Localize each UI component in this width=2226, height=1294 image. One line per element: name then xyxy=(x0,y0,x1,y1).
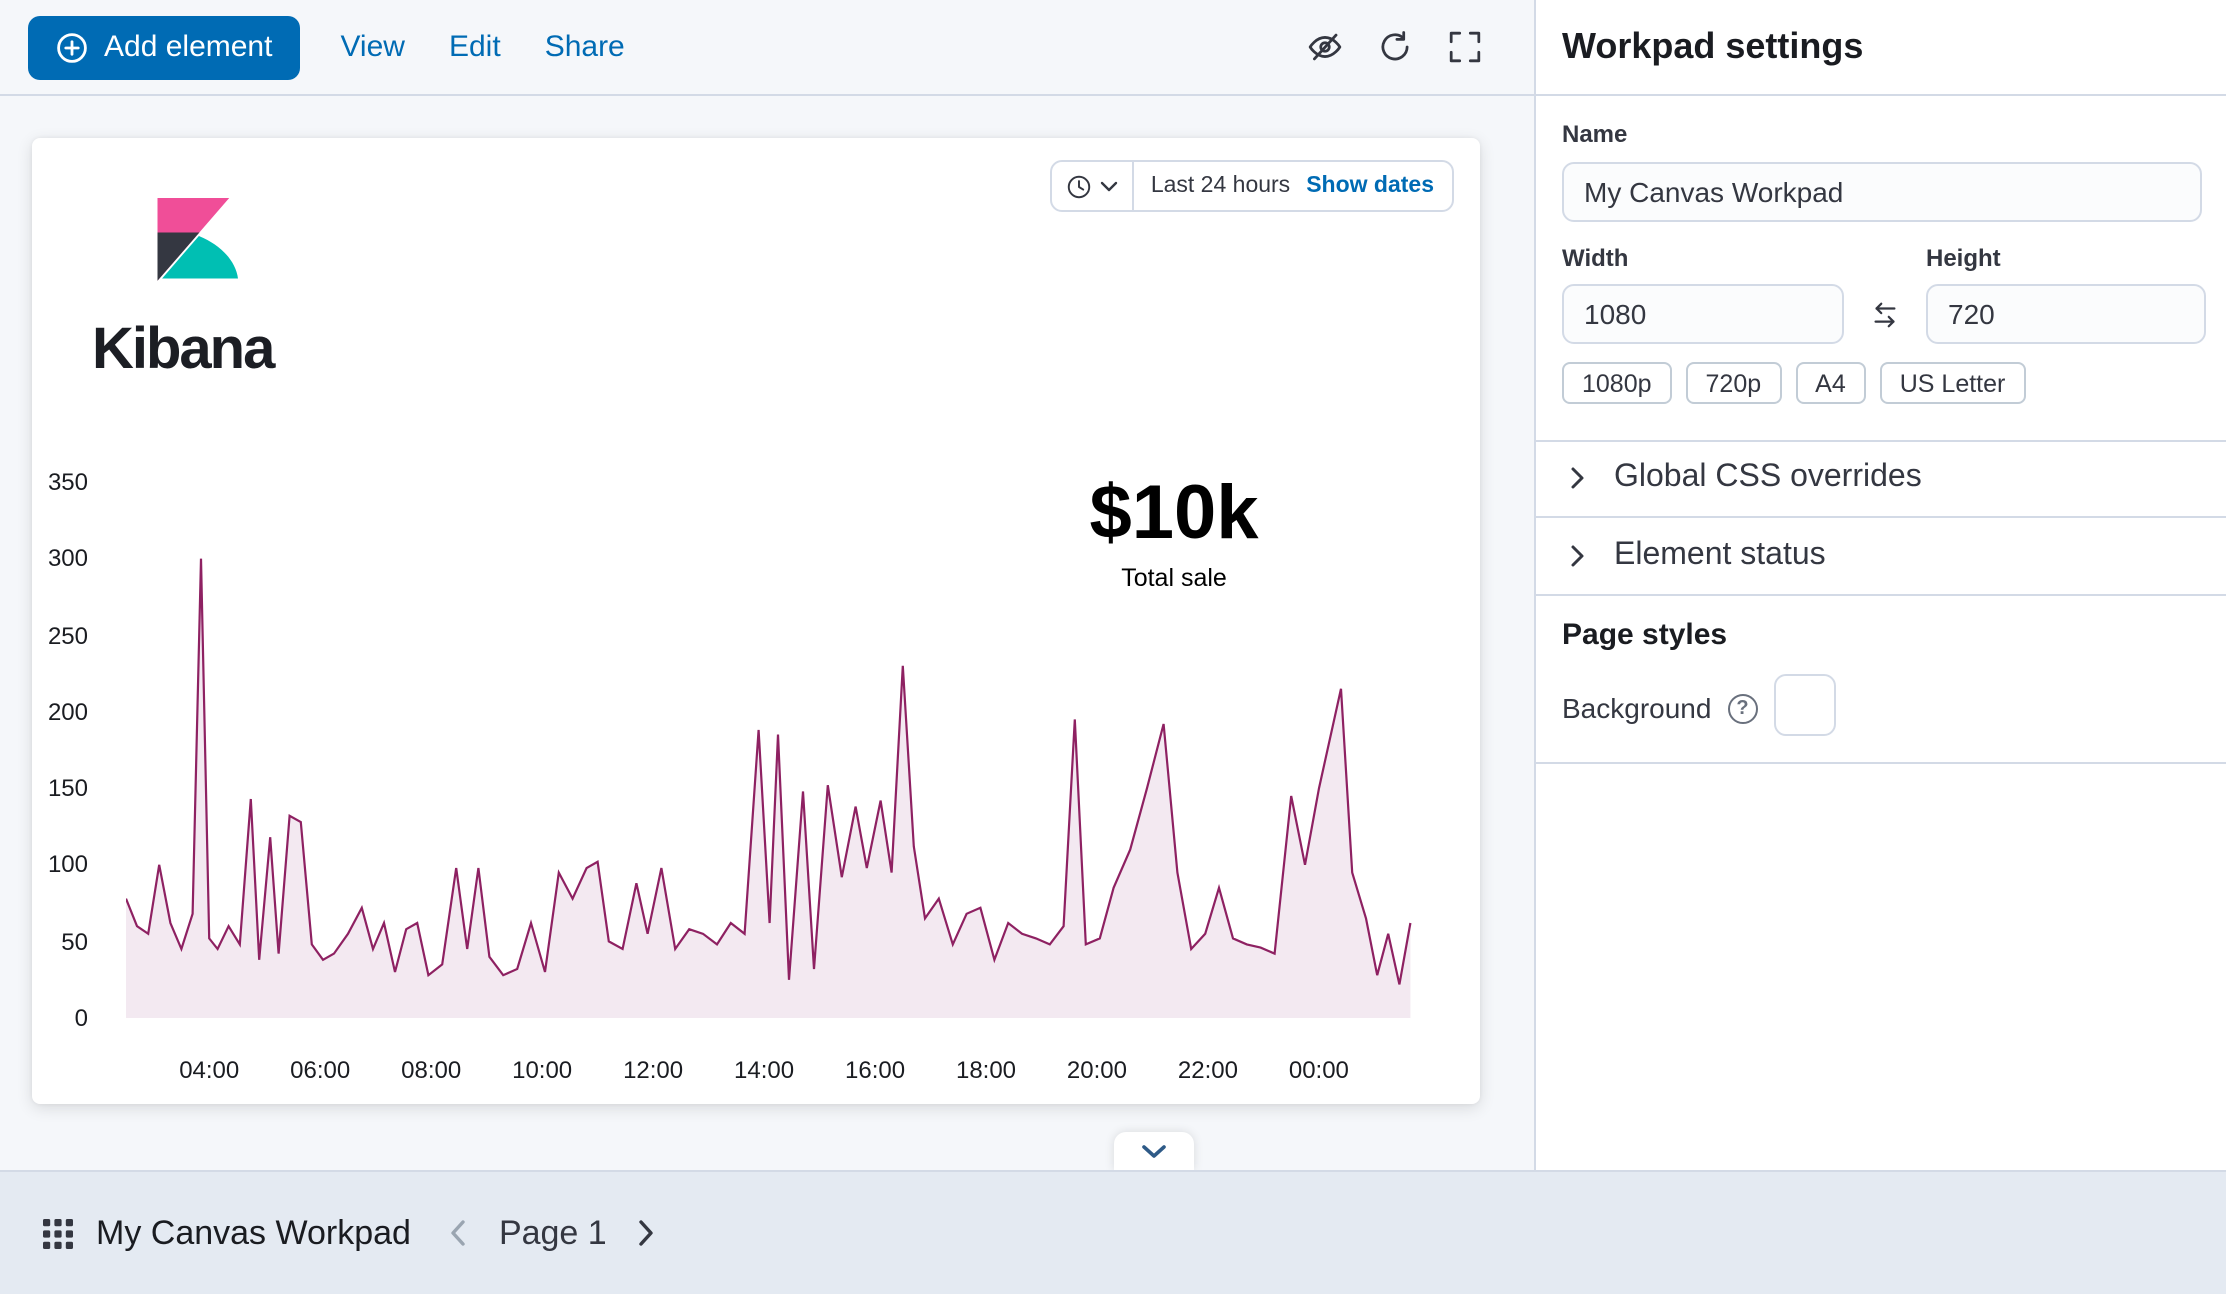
x-axis-tick-label: 04:00 xyxy=(169,1056,249,1084)
y-axis-tick-label: 250 xyxy=(32,621,88,649)
toolbar-icons xyxy=(1306,29,1506,65)
previous-page-chevron-icon[interactable] xyxy=(439,1213,479,1253)
refresh-icon[interactable] xyxy=(1376,29,1412,65)
chevron-right-icon xyxy=(1562,540,1594,572)
background-color-swatch[interactable] xyxy=(1774,674,1836,736)
divider xyxy=(1536,440,2226,442)
kibana-logo-icon xyxy=(146,194,238,294)
x-axis-tick-label: 06:00 xyxy=(280,1056,360,1084)
footer-workpad-name: My Canvas Workpad xyxy=(96,1213,411,1253)
page-manager-grid-icon[interactable] xyxy=(40,1215,76,1251)
sidebar-title: Workpad settings xyxy=(1562,26,1863,68)
add-element-button[interactable]: Add element xyxy=(28,15,300,79)
canvas-area: Kibana Last 24 hours Show dates $10k xyxy=(0,96,1534,1170)
workpad-settings-sidebar: Workpad settings Name Width Height 1080p… xyxy=(1534,0,2226,1170)
element-status-label: Element status xyxy=(1614,538,1826,574)
preset-720p-button[interactable]: 720p xyxy=(1686,362,1782,404)
menu-share[interactable]: Share xyxy=(545,30,625,64)
menu-view[interactable]: View xyxy=(340,30,405,64)
height-input[interactable] xyxy=(1926,284,2206,344)
divider xyxy=(1536,516,2226,518)
menu-edit[interactable]: Edit xyxy=(449,30,501,64)
page-styles-title: Page styles xyxy=(1562,618,1727,652)
time-quick-select-button[interactable] xyxy=(1053,162,1135,210)
preset-a4-button[interactable]: A4 xyxy=(1795,362,1866,404)
preset-us-letter-button[interactable]: US Letter xyxy=(1880,362,2026,404)
fullscreen-icon[interactable] xyxy=(1446,29,1482,65)
chevron-down-icon xyxy=(1101,178,1119,194)
element-status-accordion[interactable]: Element status xyxy=(1562,536,1826,576)
y-axis-tick-label: 0 xyxy=(32,1004,88,1032)
background-label: Background xyxy=(1562,692,1711,724)
global-css-label: Global CSS overrides xyxy=(1614,460,1922,496)
y-axis-tick-label: 100 xyxy=(32,851,88,879)
workpad-page[interactable]: Kibana Last 24 hours Show dates $10k xyxy=(32,138,1480,1104)
chevron-down-icon xyxy=(1140,1143,1168,1159)
kibana-logo-element[interactable]: Kibana xyxy=(92,194,352,414)
next-page-chevron-icon[interactable] xyxy=(627,1213,667,1253)
sidebar-title-row: Workpad settings xyxy=(1536,0,2226,96)
x-axis-tick-label: 08:00 xyxy=(391,1056,471,1084)
y-axis-tick-label: 350 xyxy=(32,468,88,496)
x-axis-tick-label: 14:00 xyxy=(724,1056,804,1084)
divider xyxy=(1536,594,2226,596)
hide-toolbar-eye-slash-icon[interactable] xyxy=(1306,29,1342,65)
preset-1080p-button[interactable]: 1080p xyxy=(1562,362,1672,404)
divider xyxy=(1536,762,2226,764)
y-axis-tick-label: 200 xyxy=(32,698,88,726)
page-navigation: Page 1 xyxy=(439,1213,667,1253)
swap-dimensions-icon[interactable] xyxy=(1868,298,1902,332)
chevron-right-icon xyxy=(1562,462,1594,494)
name-label: Name xyxy=(1562,120,1627,148)
x-axis-tick-label: 12:00 xyxy=(613,1056,693,1084)
footer-bar: My Canvas Workpad Page 1 xyxy=(0,1170,2226,1294)
width-input[interactable] xyxy=(1562,284,1844,344)
x-axis-tick-label: 18:00 xyxy=(946,1056,1026,1084)
add-element-label: Add element xyxy=(104,30,272,64)
workpad-name-input[interactable] xyxy=(1562,162,2202,222)
page-tray-collapse-button[interactable] xyxy=(1114,1132,1194,1170)
background-row: Background ? xyxy=(1562,692,1757,724)
metric-label: Total sale xyxy=(1024,564,1324,592)
plus-circle-icon xyxy=(56,31,88,63)
clock-icon xyxy=(1067,173,1093,199)
page-label[interactable]: Page 1 xyxy=(499,1213,607,1253)
time-range-value[interactable]: Last 24 hours xyxy=(1135,174,1306,198)
help-icon[interactable]: ? xyxy=(1727,693,1757,723)
width-label: Width xyxy=(1562,244,1628,272)
y-axis-tick-label: 300 xyxy=(32,545,88,573)
show-dates-button[interactable]: Show dates xyxy=(1306,174,1452,198)
x-axis-tick-label: 20:00 xyxy=(1057,1056,1137,1084)
x-axis-tick-label: 22:00 xyxy=(1168,1056,1248,1084)
x-axis-tick-label: 10:00 xyxy=(502,1056,582,1084)
canvas-app: Add element View Edit Share xyxy=(0,0,2226,1294)
x-axis-tick-label: 00:00 xyxy=(1279,1056,1359,1084)
metric-element[interactable]: $10k Total sale xyxy=(1024,474,1324,592)
size-presets: 1080p 720p A4 US Letter xyxy=(1562,362,2025,404)
kibana-wordmark: Kibana xyxy=(92,318,352,384)
y-axis-tick-label: 150 xyxy=(32,774,88,802)
metric-value: $10k xyxy=(1024,474,1324,558)
y-axis-tick-label: 50 xyxy=(32,927,88,955)
time-picker: Last 24 hours Show dates xyxy=(1051,160,1454,212)
global-css-accordion[interactable]: Global CSS overrides xyxy=(1562,458,1922,498)
top-menu: View Edit Share xyxy=(340,30,624,64)
top-toolbar: Add element View Edit Share xyxy=(0,0,1534,96)
x-axis-tick-label: 16:00 xyxy=(835,1056,915,1084)
height-label: Height xyxy=(1926,244,2001,272)
